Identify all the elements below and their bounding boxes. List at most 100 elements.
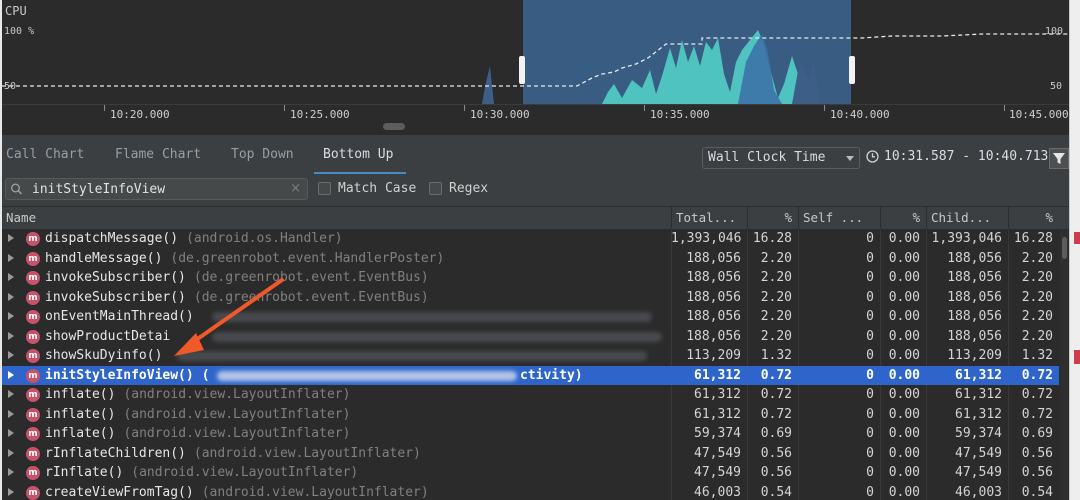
value-cell-tp: 2.20 xyxy=(760,289,792,305)
filter-button[interactable] xyxy=(1049,148,1069,169)
function-name: showProductDetai xyxy=(45,328,171,344)
value-cell-self: 0 xyxy=(866,250,874,266)
value-cell-total: 47,549 xyxy=(694,445,741,461)
clear-search-icon[interactable]: × xyxy=(290,181,301,196)
value-cell-tp: 0.69 xyxy=(760,426,792,441)
regex-checkbox[interactable] xyxy=(429,182,442,195)
table-row[interactable]: m inflate() (android.view.LayoutInflater) 6… xyxy=(2,405,1059,425)
table-row[interactable]: m rInflateChildren() (android.view.LayoutI… xyxy=(2,444,1059,464)
expand-arrow-icon[interactable] xyxy=(8,273,14,281)
table-row[interactable]: m handleMessage() (de.greenrobot.event.Han… xyxy=(2,249,1059,269)
class-name: (de.greenrobot.event.HandlerPoster) xyxy=(170,250,445,266)
table-scrollbar[interactable] xyxy=(1060,229,1069,500)
column-header-children-percent[interactable]: % xyxy=(1008,207,1059,229)
function-name: invokeSubscriber() xyxy=(45,289,186,305)
value-cell-self: 0 xyxy=(866,270,874,285)
value-cell-self: 0 xyxy=(866,231,874,246)
search-box[interactable]: × xyxy=(5,178,308,200)
function-name: rInflateChildren() xyxy=(45,445,186,461)
table-row[interactable]: m showSkuDyinfo() 113,209 1.32 0 0.00 113,209 1… xyxy=(2,346,1059,366)
expand-arrow-icon[interactable] xyxy=(8,292,14,301)
value-cell-sp: 0.00 xyxy=(888,367,920,383)
edge-marker xyxy=(1074,350,1080,364)
tab-call-chart[interactable]: Call Chart xyxy=(6,147,84,162)
expand-arrow-icon[interactable] xyxy=(8,409,14,418)
table-row[interactable]: m initStyleInfoView() (ctivity) 61,312 0.72 0… xyxy=(2,365,1059,385)
table-row[interactable]: m invokeSubscriber() (de.greenrobot.event.… xyxy=(2,268,1059,288)
value-cell-self: 0 xyxy=(866,309,874,324)
expand-arrow-icon[interactable] xyxy=(8,331,14,340)
value-cell-cp: 0.56 xyxy=(1021,465,1053,480)
value-cell-cp: 0.72 xyxy=(1021,406,1053,422)
function-cell: dispatchMessage() (android.os.Handler) xyxy=(45,229,670,249)
expand-arrow-icon[interactable] xyxy=(8,429,14,437)
value-cell-sp: 0.00 xyxy=(888,250,920,266)
table-row[interactable]: m dispatchMessage() (android.os.Handler) 1,… xyxy=(2,229,1059,249)
class-name: (android.view.LayoutInflater) xyxy=(123,426,351,441)
function-cell: rInflateChildren() (android.view.LayoutIn… xyxy=(45,444,670,464)
value-cell-tp: 0.72 xyxy=(760,406,792,422)
method-icon: m xyxy=(26,271,40,285)
expand-arrow-icon[interactable] xyxy=(8,253,14,262)
expand-arrow-icon[interactable] xyxy=(8,390,14,398)
value-cell-tp: 0.56 xyxy=(760,445,792,461)
value-cell-child: 188,056 xyxy=(947,289,1002,305)
expand-arrow-icon[interactable] xyxy=(8,487,14,496)
column-header-self[interactable]: Self ... xyxy=(798,207,880,229)
value-cell-tp: 1.32 xyxy=(760,348,792,363)
expand-arrow-icon[interactable] xyxy=(8,468,14,476)
value-cell-total: 188,056 xyxy=(686,250,741,266)
match-case-checkbox[interactable] xyxy=(318,182,331,195)
clock-type-dropdown[interactable]: Wall Clock Time xyxy=(702,147,860,169)
value-cell-child: 188,056 xyxy=(947,270,1002,285)
function-name: handleMessage() xyxy=(45,250,163,266)
splitter-handle[interactable] xyxy=(383,123,405,130)
table-row[interactable]: m showProductDetai 188,056 2.20 0 0.00 188,056… xyxy=(2,327,1059,347)
method-icon: m xyxy=(26,388,40,402)
tab-bottom-up[interactable]: Bottom Up xyxy=(323,147,393,162)
column-header-name[interactable]: Name xyxy=(2,207,671,229)
value-cell-self: 0 xyxy=(866,348,874,363)
tick-mark xyxy=(284,105,285,111)
value-cell-sp: 0.00 xyxy=(888,270,920,285)
value-cell-sp: 0.00 xyxy=(888,387,920,402)
function-name: showSkuDyinfo() xyxy=(45,348,163,363)
tab-flame-chart[interactable]: Flame Chart xyxy=(115,147,201,162)
expand-arrow-icon[interactable] xyxy=(8,370,14,379)
tick-label: 10:40.000 xyxy=(830,108,890,121)
table-row[interactable]: m createViewFromTag() (android.view.Layout… xyxy=(2,483,1059,500)
cpu-axis-right-top: 100 xyxy=(1045,26,1064,37)
method-icon: m xyxy=(26,368,40,383)
tab-top-down[interactable]: Top Down xyxy=(231,147,294,162)
column-header-total-percent[interactable]: % xyxy=(747,207,798,229)
value-cell-child: 188,056 xyxy=(947,309,1002,324)
value-cell-self: 0 xyxy=(866,445,874,461)
table-row[interactable]: m rInflate() (android.view.LayoutInflater)… xyxy=(2,463,1059,483)
table-row[interactable]: m inflate() (android.view.LayoutInflater) 6… xyxy=(2,385,1059,405)
search-input[interactable] xyxy=(32,181,282,197)
column-header-children[interactable]: Child... xyxy=(926,207,1008,229)
expand-arrow-icon[interactable] xyxy=(8,312,14,320)
expand-arrow-icon[interactable] xyxy=(8,448,14,457)
method-icon: m xyxy=(26,232,40,246)
expand-arrow-icon[interactable] xyxy=(8,234,14,242)
value-cell-sp: 0.00 xyxy=(888,289,920,305)
function-cell: createViewFromTag() (android.view.LayoutI… xyxy=(45,483,670,500)
value-cell-cp: 2.20 xyxy=(1021,328,1053,344)
value-cell-sp: 0.00 xyxy=(888,484,920,500)
table-row[interactable]: m inflate() (android.view.LayoutInflater) 5… xyxy=(2,424,1059,444)
timeline-axis[interactable]: 10:20.000 10:25.000 10:30.000 10:35.000 … xyxy=(2,104,1069,135)
column-header-self-percent[interactable]: % xyxy=(880,207,926,229)
function-cell: inflate() (android.view.LayoutInflater) xyxy=(45,405,670,425)
value-cell-cp: 0.72 xyxy=(1021,367,1053,383)
value-cell-cp: 0.54 xyxy=(1021,484,1053,500)
value-cell-tp: 2.20 xyxy=(760,328,792,344)
column-header-total[interactable]: Total... xyxy=(671,207,747,229)
table-row[interactable]: m invokeSubscriber() (de.greenrobot.event.… xyxy=(2,288,1059,308)
expand-arrow-icon[interactable] xyxy=(8,351,14,359)
scrollbar-thumb[interactable] xyxy=(1062,237,1067,259)
tick-mark xyxy=(464,105,465,111)
table-row[interactable]: m onEventMainThread() 188,056 2.20 0 0.00 188,… xyxy=(2,307,1059,327)
table-header: Name Total... % Self ... % Child... % xyxy=(2,206,1069,230)
cpu-graph[interactable]: CPU 100 % 50 100 50 xyxy=(2,0,1069,104)
